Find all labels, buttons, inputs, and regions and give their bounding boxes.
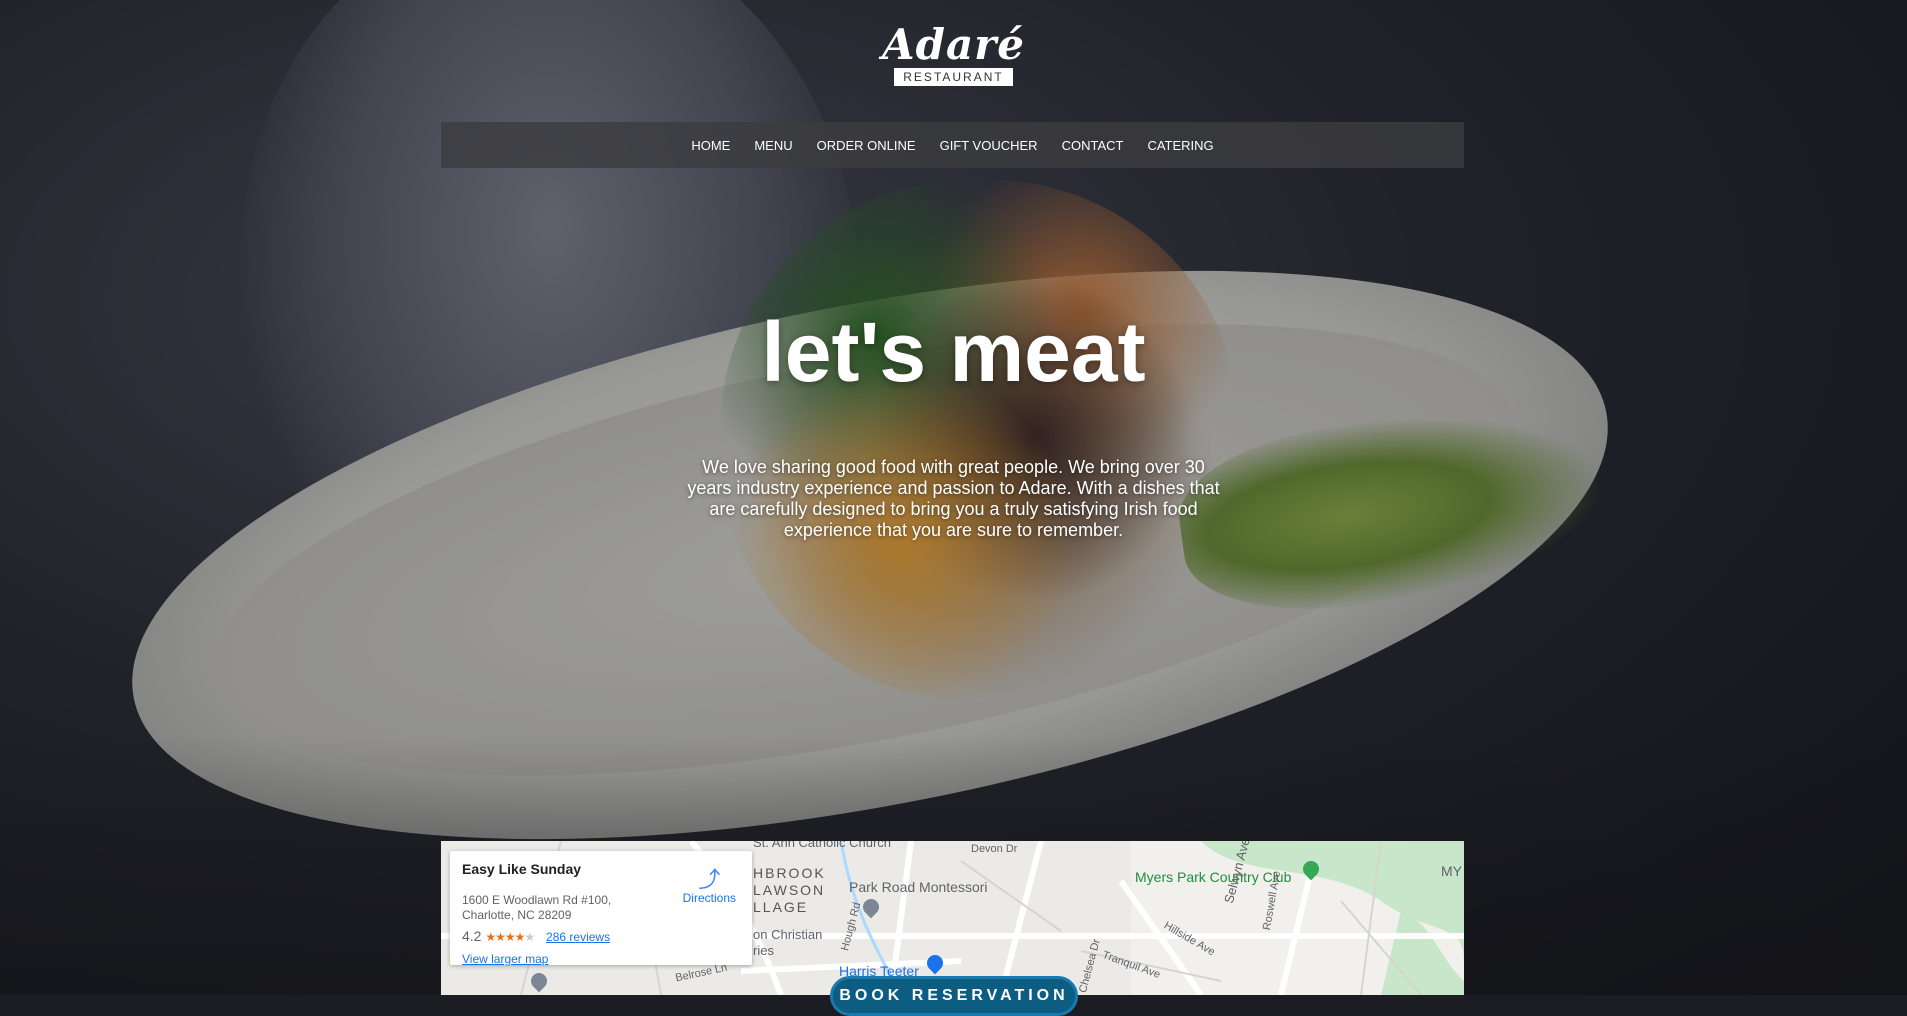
- embedded-map[interactable]: St. Ann Catholic Church HBROOK LAWSON LL…: [441, 841, 1464, 995]
- reviews-link[interactable]: 286 reviews: [546, 930, 610, 944]
- map-label-christian-2: ries: [753, 943, 774, 958]
- logo-script: Adaré: [881, 20, 1026, 69]
- directions-label: Directions: [682, 891, 736, 905]
- rating-star-empty-icon: ★: [524, 930, 535, 944]
- directions-icon: ⤴: [698, 867, 721, 892]
- directions-button[interactable]: ⤴ Directions: [682, 867, 736, 906]
- map-label-devon: Devon Dr: [971, 843, 1018, 855]
- map-label-country-club: Myers Park Country Club: [1135, 869, 1292, 885]
- address-line-2: Charlotte, NC 28209: [462, 908, 572, 922]
- map-label-montessori: Park Road Montessori: [849, 879, 988, 895]
- place-info-card: Easy Like Sunday 1600 E Woodlawn Rd #100…: [450, 851, 752, 966]
- site-logo[interactable]: Adaré RESTAURANT: [0, 24, 1907, 86]
- place-rating: 4.2 ★★★★★ 286 reviews: [462, 928, 610, 944]
- map-label-church: St. Ann Catholic Church: [753, 841, 892, 850]
- map-label-neighborhood-3: LLAGE: [753, 899, 809, 915]
- rating-stars-icon: ★★★★: [485, 930, 525, 944]
- view-larger-map-link[interactable]: View larger map: [462, 952, 548, 966]
- logo-tagline: RESTAURANT: [894, 68, 1013, 86]
- map-label-neighborhood-2: LAWSON: [753, 882, 826, 898]
- map-label-neighborhood-1: HBROOK: [753, 865, 826, 881]
- nav-item-home[interactable]: HOME: [679, 138, 742, 153]
- map-label-my: MY: [1441, 863, 1462, 879]
- nav-item-gift-voucher[interactable]: GIFT VOUCHER: [928, 138, 1050, 153]
- rating-value: 4.2: [462, 928, 482, 944]
- place-name: Easy Like Sunday: [462, 861, 582, 877]
- nav-item-menu[interactable]: MENU: [742, 138, 804, 153]
- nav-item-catering[interactable]: CATERING: [1135, 138, 1225, 153]
- hero-blurb: We love sharing good food with great peo…: [687, 457, 1220, 540]
- hero-headline: let's meat: [761, 305, 1146, 399]
- address-line-1: 1600 E Woodlawn Rd #100,: [462, 893, 612, 907]
- map-label-christian-1: on Christian: [753, 927, 823, 942]
- nav-item-order-online[interactable]: ORDER ONLINE: [805, 138, 928, 153]
- main-navigation: HOME MENU ORDER ONLINE GIFT VOUCHER CONT…: [441, 122, 1464, 168]
- nav-item-contact[interactable]: CONTACT: [1050, 138, 1136, 153]
- place-address: 1600 E Woodlawn Rd #100, Charlotte, NC 2…: [462, 893, 632, 923]
- book-reservation-button[interactable]: BOOK RESERVATION: [830, 976, 1078, 1016]
